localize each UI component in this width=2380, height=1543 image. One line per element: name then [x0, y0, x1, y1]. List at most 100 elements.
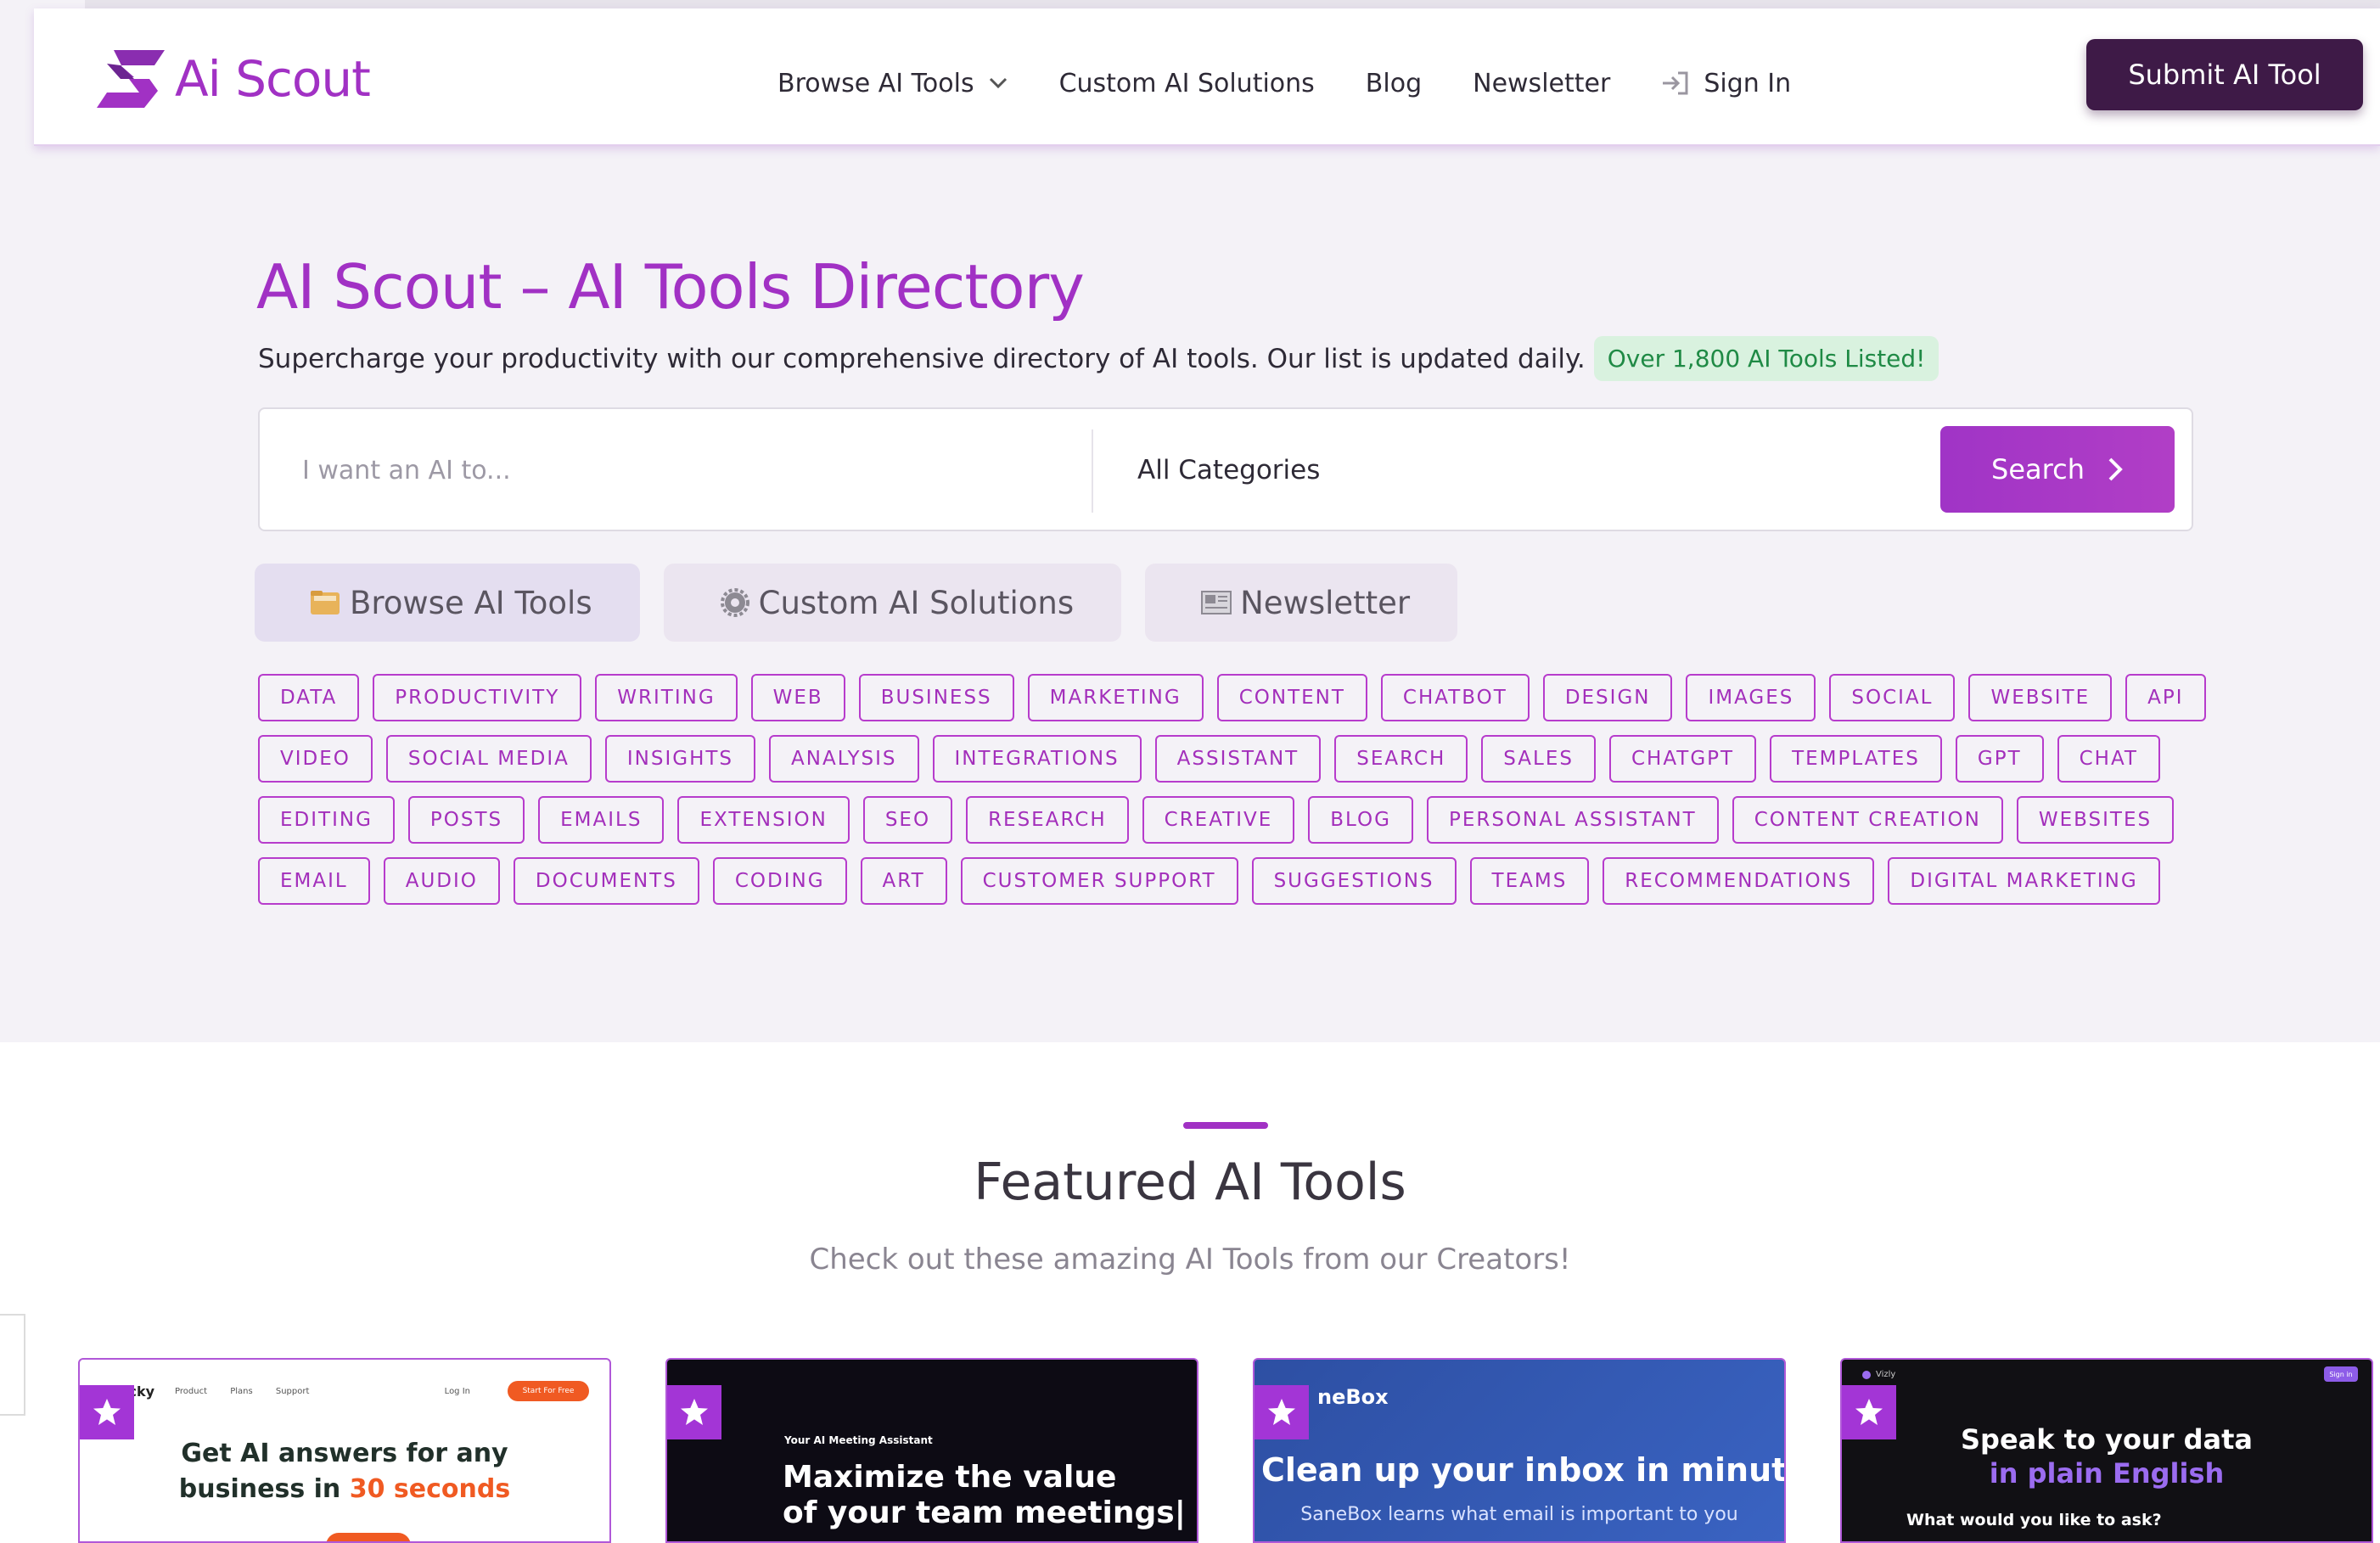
logo-text: Ai Scout — [175, 50, 371, 108]
hero-subtitle-row: Supercharge your productivity with our c… — [258, 336, 1939, 381]
chevron-down-icon — [989, 77, 1007, 89]
card-headline-accent: in plain English — [1989, 1457, 2225, 1490]
tab-newsletter[interactable]: Newsletter — [1145, 564, 1458, 642]
card-preview-headline: Clean up your inbox in minutes! — [1261, 1451, 1786, 1489]
search-button-label: Search — [1991, 453, 2085, 485]
tag-search[interactable]: SEARCH — [1334, 735, 1468, 783]
tools-count-badge: Over 1,800 AI Tools Listed! — [1593, 336, 1939, 381]
brand-dot-icon — [1862, 1370, 1871, 1379]
tag-web[interactable]: WEB — [750, 674, 845, 721]
card-preview-login: Log In — [444, 1386, 470, 1396]
nav-custom-label: Custom AI Solutions — [1058, 68, 1315, 98]
tag-chat[interactable]: CHAT — [2057, 735, 2160, 783]
card-preview-brand-label: Vizly — [1876, 1370, 1896, 1379]
tag-analysis[interactable]: ANALYSIS — [769, 735, 919, 783]
tab-newsletter-label: Newsletter — [1240, 584, 1411, 621]
featured-tool-card[interactable]: neBox Clean up your inbox in minutes! Sa… — [1253, 1358, 1786, 1543]
featured-title: Featured AI Tools — [974, 1153, 1406, 1212]
star-icon — [1855, 1399, 1883, 1425]
tag-templates[interactable]: TEMPLATES — [1770, 735, 1942, 783]
carousel-prev-card-edge[interactable] — [0, 1314, 25, 1416]
tag-art[interactable]: ART — [860, 857, 947, 905]
tag-content[interactable]: CONTENT — [1216, 674, 1367, 721]
tag-email[interactable]: EMAIL — [258, 857, 370, 905]
card-preview-subtext: SaneBox learns what email is important t… — [1300, 1504, 1738, 1525]
newspaper-icon — [1201, 591, 1232, 614]
tag-data[interactable]: DATA — [258, 674, 360, 721]
tag-recommendations[interactable]: RECOMMENDATIONS — [1603, 857, 1875, 905]
page-title: AI Scout – AI Tools Directory — [256, 251, 1085, 323]
tag-marketing[interactable]: MARKETING — [1027, 674, 1204, 721]
submit-ai-tool-button[interactable]: Submit AI Tool — [2086, 39, 2363, 110]
tag-personal-assistant[interactable]: PERSONAL ASSISTANT — [1426, 796, 1719, 844]
star-icon — [1268, 1399, 1295, 1425]
nav-newsletter[interactable]: Newsletter — [1473, 69, 1610, 98]
tag-content-creation[interactable]: CONTENT CREATION — [1732, 796, 2003, 844]
tag-digital-marketing[interactable]: DIGITAL MARKETING — [1888, 857, 2160, 905]
tag-insights[interactable]: INSIGHTS — [604, 735, 756, 783]
nav-blog[interactable]: Blog — [1366, 69, 1422, 98]
card-headline-line: Get AI answers for any — [181, 1439, 508, 1468]
main-nav: Browse AI Tools Custom AI Solutions Blog… — [777, 58, 1791, 109]
tag-images[interactable]: IMAGES — [1686, 674, 1816, 721]
tag-documents[interactable]: DOCUMENTS — [513, 857, 699, 905]
featured-tool-card[interactable]: Vizly Sign in Speak to your data in plai… — [1840, 1358, 2373, 1543]
tag-business[interactable]: BUSINESS — [858, 674, 1014, 721]
site-header: Ai Scout Browse AI Tools Custom AI Solut… — [34, 8, 2380, 146]
search-divider — [1092, 429, 1093, 513]
top-strip — [85, 0, 2380, 8]
tag-social-media[interactable]: SOCIAL MEDIA — [385, 735, 592, 783]
tag-row: EMAIL AUDIO DOCUMENTS CODING ART CUSTOME… — [258, 857, 2210, 905]
tag-video[interactable]: VIDEO — [258, 735, 373, 783]
search-form: All Categories Search — [258, 407, 2193, 531]
card-preview-button — [326, 1533, 411, 1541]
tag-chatgpt[interactable]: CHATGPT — [1609, 735, 1757, 783]
tab-custom-label: Custom AI Solutions — [758, 584, 1075, 621]
card-preview-brand: neBox — [1317, 1385, 1389, 1409]
search-button[interactable]: Search — [1940, 426, 2175, 513]
nav-newsletter-label: Newsletter — [1473, 68, 1611, 98]
featured-tool-card[interactable]: macky Product Plans Support Log In Start… — [78, 1358, 611, 1543]
nav-sign-in[interactable]: Sign In — [1661, 69, 1791, 98]
tag-customer-support[interactable]: CUSTOMER SUPPORT — [960, 857, 1238, 905]
featured-tool-card[interactable]: Your AI Meeting Assistant Maximize the v… — [665, 1358, 1198, 1543]
nav-browse-ai-tools[interactable]: Browse AI Tools — [777, 69, 1008, 98]
tag-design[interactable]: DESIGN — [1542, 674, 1673, 721]
card-headline-line: of your team meetings| — [783, 1495, 1186, 1530]
logo[interactable]: Ai Scout — [95, 41, 371, 117]
tag-extension[interactable]: EXTENSION — [677, 796, 850, 844]
tag-teams[interactable]: TEAMS — [1469, 857, 1590, 905]
tab-browse-ai-tools[interactable]: Browse AI Tools — [255, 564, 640, 642]
tag-suggestions[interactable]: SUGGESTIONS — [1251, 857, 1457, 905]
search-input[interactable] — [302, 443, 1066, 497]
tag-emails[interactable]: EMAILS — [538, 796, 665, 844]
tag-integrations[interactable]: INTEGRATIONS — [932, 735, 1142, 783]
tag-website[interactable]: WEBSITE — [1968, 674, 2113, 721]
tag-posts[interactable]: POSTS — [407, 796, 525, 844]
tag-seo[interactable]: SEO — [862, 796, 953, 844]
star-icon — [93, 1399, 121, 1425]
tag-blog[interactable]: BLOG — [1308, 796, 1413, 844]
tag-chatbot[interactable]: CHATBOT — [1380, 674, 1530, 721]
quick-tabs: Browse AI Tools Custom AI Solutions News… — [255, 564, 1458, 642]
tag-gpt[interactable]: GPT — [1955, 735, 2044, 783]
tag-editing[interactable]: EDITING — [258, 796, 395, 844]
tag-websites[interactable]: WEBSITES — [2016, 796, 2175, 844]
gear-icon — [720, 588, 749, 617]
tab-custom-ai-solutions[interactable]: Custom AI Solutions — [663, 564, 1122, 642]
nav-custom-ai-solutions[interactable]: Custom AI Solutions — [1059, 69, 1315, 98]
card-preview-headline: Get AI answers for any business in 30 se… — [80, 1436, 609, 1507]
featured-subtitle: Check out these amazing AI Tools from ou… — [809, 1243, 1571, 1276]
tag-sales[interactable]: SALES — [1481, 735, 1596, 783]
tag-coding[interactable]: CODING — [712, 857, 847, 905]
tag-audio[interactable]: AUDIO — [383, 857, 500, 905]
tag-social[interactable]: SOCIAL — [1829, 674, 1956, 721]
tag-writing[interactable]: WRITING — [595, 674, 738, 721]
tag-api[interactable]: API — [2125, 674, 2206, 721]
tag-productivity[interactable]: PRODUCTIVITY — [373, 674, 582, 721]
tag-research[interactable]: RESEARCH — [966, 796, 1129, 844]
tag-creative[interactable]: CREATIVE — [1142, 796, 1295, 844]
card-preview-nav: macky Product Plans Support Log In Start… — [105, 1378, 589, 1404]
tag-assistant[interactable]: ASSISTANT — [1154, 735, 1322, 783]
sign-in-icon — [1663, 71, 1688, 95]
